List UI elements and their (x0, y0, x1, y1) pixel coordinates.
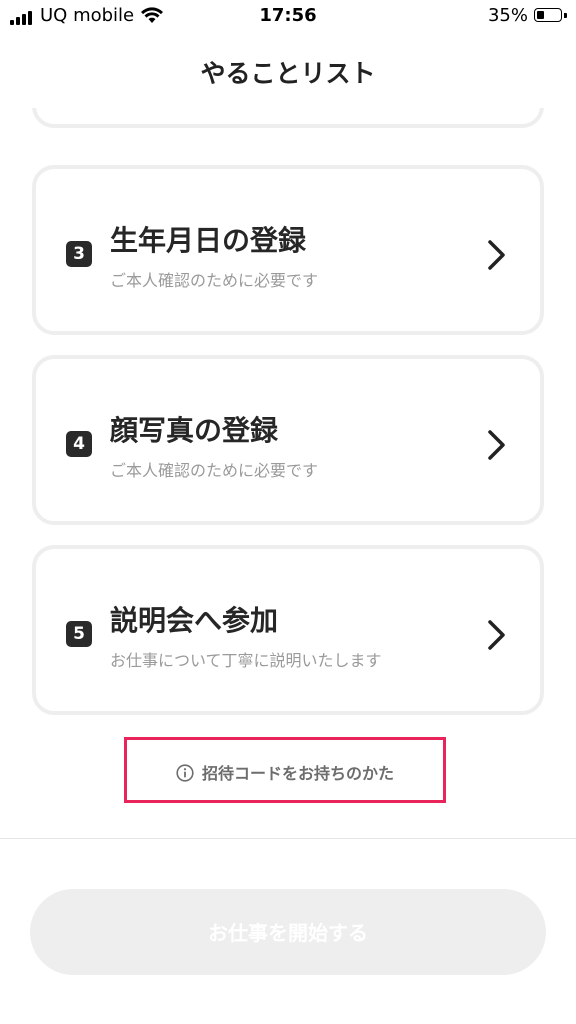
screen: UQ mobile 17:56 35% やることリスト 3 生年月日の登録 ご本… (0, 0, 576, 1024)
task-title: 生年月日の登録 (110, 224, 307, 257)
chevron-right-icon (488, 240, 505, 270)
battery-level-fill (537, 11, 544, 19)
info-icon (176, 764, 194, 782)
task-card-face-photo[interactable]: 4 顔写真の登録 ご本人確認のために必要です (32, 355, 544, 525)
invite-code-link[interactable]: 招待コードをお持ちのかた (124, 737, 446, 803)
task-number-badge: 3 (66, 241, 92, 267)
task-number-badge: 4 (66, 431, 92, 457)
chevron-right-icon (488, 620, 505, 650)
task-card-birthdate[interactable]: 3 生年月日の登録 ご本人確認のために必要です (32, 165, 544, 335)
task-card-briefing[interactable]: 5 説明会へ参加 お仕事について丁寧に説明いたします (32, 545, 544, 715)
task-subtitle: お仕事について丁寧に説明いたします (110, 651, 382, 670)
battery-icon (534, 8, 562, 22)
task-title: 説明会へ参加 (110, 604, 279, 637)
battery-tip (564, 13, 567, 18)
chevron-right-icon (488, 430, 505, 460)
task-subtitle: ご本人確認のために必要です (110, 461, 319, 480)
status-bar: UQ mobile 17:56 35% (0, 0, 576, 32)
invite-code-link-content[interactable]: 招待コードをお持ちのかた (127, 760, 443, 784)
task-card-previous[interactable] (32, 108, 544, 128)
task-title: 顔写真の登録 (110, 414, 279, 447)
battery-percentage: 35% (487, 5, 528, 26)
invite-code-label: 招待コードをお持ちのかた (201, 764, 394, 783)
page-title: やることリスト (200, 59, 376, 88)
footer-divider (0, 838, 576, 839)
start-work-button[interactable]: お仕事を開始する (30, 889, 546, 975)
task-subtitle: ご本人確認のために必要です (110, 271, 319, 290)
task-number-badge: 5 (66, 621, 92, 647)
task-list[interactable]: 3 生年月日の登録 ご本人確認のために必要です 4 顔写真の登録 ご本人確認のた… (0, 108, 576, 838)
